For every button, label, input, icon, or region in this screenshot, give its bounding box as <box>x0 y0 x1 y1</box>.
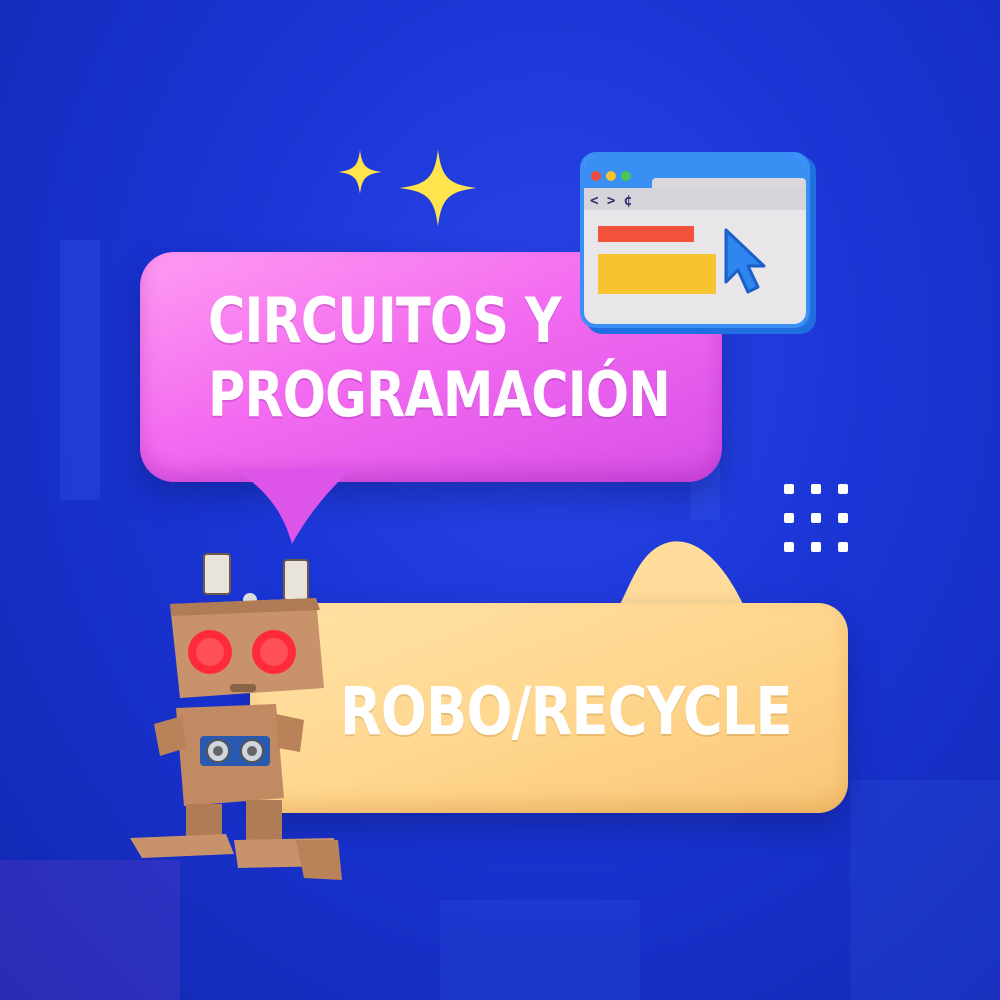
background-pixel <box>60 240 100 500</box>
robot-image <box>130 553 342 880</box>
sparkle-icon <box>399 149 477 227</box>
background-pixel <box>850 780 1000 1000</box>
headline: CIRCUITOS Y PROGRAMACIÓN <box>208 284 671 432</box>
headline-line-2: PROGRAMACIÓN <box>208 358 671 431</box>
dot-grid-icon <box>784 484 854 554</box>
svg-text:< > ¢: < > ¢ <box>590 193 632 209</box>
browser-window-icon: < > ¢ <box>580 152 816 334</box>
subheadline: ROBO/RECYCLE <box>340 673 792 750</box>
poster: CIRCUITOS Y PROGRAMACIÓN < > ¢ ROBO/RECY… <box>0 0 1000 1000</box>
sparkle-icon <box>338 150 382 194</box>
background-pixel <box>440 900 640 1000</box>
headline-line-1: CIRCUITOS Y <box>208 284 562 357</box>
pink-bubble-tail <box>232 468 352 544</box>
